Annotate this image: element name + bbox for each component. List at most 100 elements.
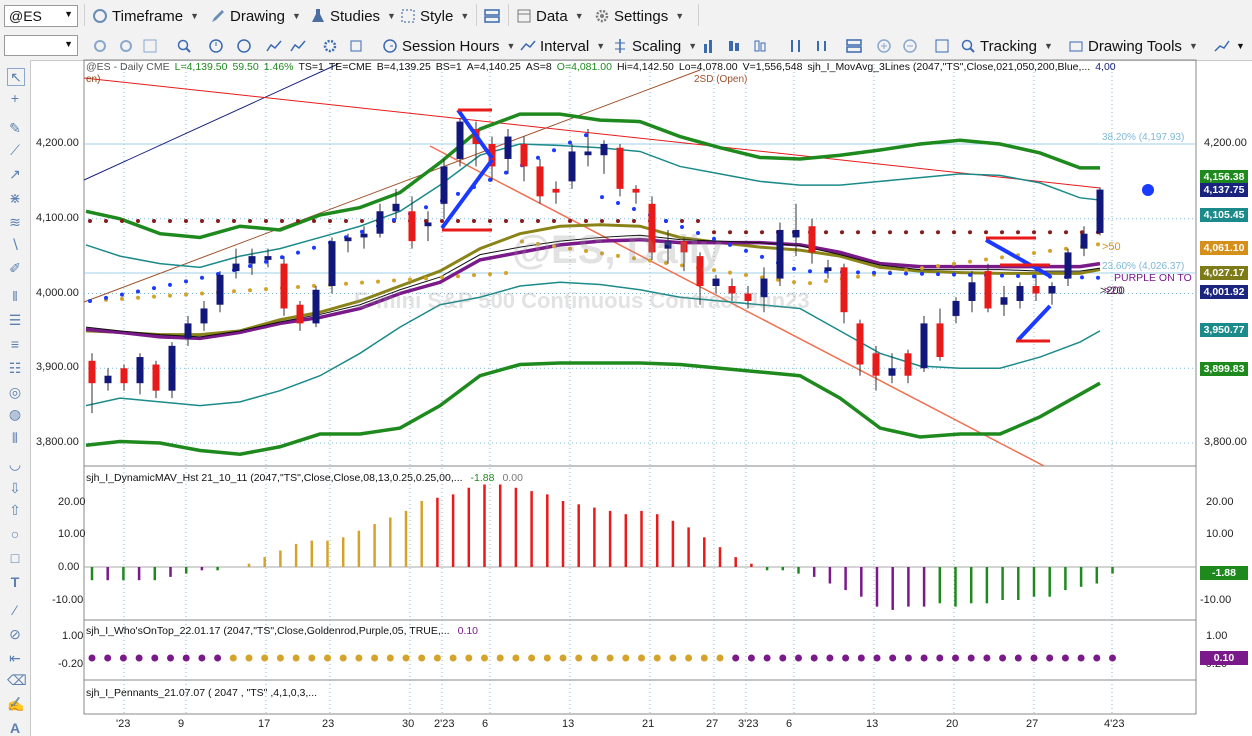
candle-body — [88, 360, 96, 384]
dots-goldenrod — [1032, 251, 1036, 256]
whos-dot — [999, 654, 1007, 662]
whos-dot — [622, 654, 630, 662]
dots-maroon — [1048, 230, 1052, 235]
candle-body — [808, 226, 816, 253]
dots-blue — [1016, 273, 1020, 278]
whos-dot — [873, 654, 881, 662]
dots-goldenrod — [808, 281, 812, 286]
date-axis-label: 23 — [322, 718, 335, 730]
trendline-red — [83, 77, 1101, 189]
dots-goldenrod — [488, 272, 492, 277]
macd-value1: -1.88 — [470, 472, 495, 484]
whos-dot — [936, 654, 944, 662]
dots-goldenrod — [232, 289, 236, 294]
candle-body — [344, 237, 352, 242]
candle-body — [104, 375, 112, 384]
dots-goldenrod — [856, 274, 860, 279]
candle-body — [552, 188, 560, 193]
price-axis-left-1: 4,100.00 — [36, 212, 79, 224]
dots-blue — [360, 229, 364, 234]
dots-blue — [632, 207, 636, 212]
dots-goldenrod — [1048, 248, 1052, 253]
dots-maroon — [632, 218, 636, 223]
candle-body — [584, 151, 592, 156]
dots-blue — [504, 170, 508, 175]
dots-goldenrod — [136, 295, 140, 300]
dots-maroon — [1064, 230, 1068, 235]
dots-maroon — [1016, 230, 1020, 235]
dots-maroon — [552, 218, 556, 223]
whos-dot — [512, 654, 520, 662]
dots-blue — [952, 272, 956, 277]
whos-dot — [920, 654, 928, 662]
whos-pane-label: sjh_I_Who'sOnTop_22.01.17 (2047,"TS",Clo… — [86, 625, 450, 637]
dots-blue — [808, 269, 812, 274]
dots-goldenrod — [968, 259, 972, 264]
dots-blue — [424, 205, 428, 210]
ts: TS=1 — [298, 61, 324, 73]
change: 59.50 — [232, 61, 259, 73]
candle-body — [904, 353, 912, 376]
whos-dot — [292, 654, 300, 662]
dots-blue — [744, 248, 748, 253]
dots-maroon — [728, 230, 732, 235]
dots-blue — [88, 298, 92, 303]
dots-blue — [1096, 275, 1100, 280]
dots-blue — [184, 279, 188, 284]
macd-axis-left-1: 10.00 — [58, 528, 86, 540]
pennant-lower-line — [440, 158, 494, 230]
whos-dot — [857, 654, 865, 662]
whos-dot — [952, 654, 959, 662]
whos-dot — [669, 654, 677, 662]
price-axis-left-0: 4,200.00 — [36, 137, 79, 149]
candle-body — [440, 166, 448, 204]
dots-blue — [1000, 273, 1004, 278]
candle-body — [504, 136, 512, 159]
whos-dot — [528, 654, 536, 662]
dots-maroon — [1080, 230, 1084, 235]
macd-axis-right-1: 10.00 — [1206, 528, 1234, 540]
low: Lo=4,078.00 — [678, 61, 738, 73]
study-label: sjh_I_MovAvg_3Lines (2047,"TS",Close,021… — [807, 61, 1091, 73]
dots-blue — [904, 271, 908, 276]
price-axis-right-4: 3,800.00 — [1204, 436, 1247, 448]
candle-body — [616, 147, 624, 189]
candle-body — [568, 151, 576, 182]
dots-maroon — [488, 218, 492, 223]
dots-blue — [856, 270, 860, 275]
dots-blue — [888, 271, 892, 276]
whos-dot — [747, 654, 755, 662]
dots-maroon — [984, 230, 988, 235]
watermark-description: E-mini S&P 500 Continuous Contract Jun23 — [354, 288, 810, 313]
candle-body — [232, 263, 240, 272]
dots-maroon — [1000, 230, 1004, 235]
dots-goldenrod — [472, 273, 476, 278]
whos-dot — [229, 654, 237, 662]
whos-dot — [481, 654, 488, 662]
candle-body — [840, 267, 848, 313]
whos-dot — [1093, 654, 1101, 662]
whos-dot — [716, 654, 724, 662]
whos-dot — [1046, 654, 1054, 662]
candle-body — [1048, 286, 1056, 294]
whos-dot — [983, 654, 991, 662]
date-axis-label: 20 — [946, 718, 959, 730]
whos-dot — [559, 654, 567, 662]
date-axis-label: 13 — [562, 718, 575, 730]
dots-goldenrod — [456, 274, 460, 279]
macd-axis-right-3: -10.00 — [1200, 594, 1232, 606]
pennant2-lower-line — [1016, 304, 1052, 342]
whos-dot — [355, 654, 363, 662]
whos-dot — [590, 654, 598, 662]
dots-maroon — [840, 230, 844, 235]
macd-pane-label: sjh_I_DynamicMAV_Hst 21_10_11 (2047,"TS"… — [86, 472, 463, 484]
dots-maroon — [680, 218, 684, 223]
price-tag-ma200: 4,001.92 — [1200, 285, 1248, 299]
dots-blue — [104, 295, 108, 300]
dots-blue — [280, 255, 284, 260]
date-axis-label: 6 — [786, 718, 793, 730]
candle-body — [888, 368, 896, 376]
dots-goldenrod — [184, 292, 188, 297]
dots-blue — [760, 254, 764, 259]
dots-blue — [920, 271, 924, 276]
